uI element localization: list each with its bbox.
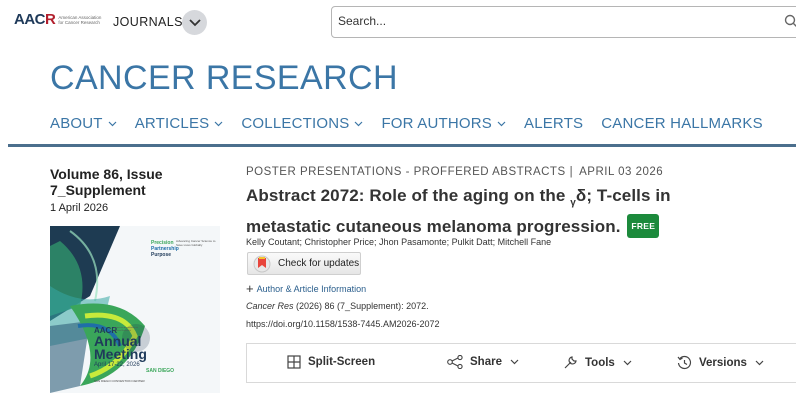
- issue-volume[interactable]: Volume 86, Issue 7_Supplement: [50, 166, 210, 198]
- author-list[interactable]: Kelly Coutant; Christopher Price; Jhon P…: [246, 237, 551, 247]
- top-bar: AACR American Association for Cancer Res…: [0, 0, 796, 44]
- article-category[interactable]: POSTER PRESENTATIONS - PROFFERED ABSTRAC…: [246, 166, 566, 178]
- search-icon[interactable]: [784, 14, 796, 28]
- nav-cancer-hallmarks[interactable]: CANCER HALLMARKS: [601, 115, 763, 132]
- journal-title[interactable]: CANCER RESEARCH: [50, 59, 398, 98]
- nav-collections[interactable]: COLLECTIONS: [241, 115, 363, 132]
- logo-subtitle: American Association for Cancer Research: [58, 14, 102, 25]
- cover-venue: SAN DIEGO CONVENTION CENTER: [94, 379, 146, 383]
- citation: Cancer Res (2026) 86 (7_Supplement): 207…: [246, 301, 429, 311]
- issue-date: 1 April 2026: [50, 202, 109, 214]
- versions-button[interactable]: Versions: [677, 355, 771, 370]
- article-pub-date: APRIL 03 2026: [579, 166, 664, 178]
- nav-articles[interactable]: ARTICLES: [135, 115, 224, 132]
- article-title: Abstract 2072: Role of the aging on the …: [246, 186, 671, 239]
- search-input[interactable]: [338, 14, 758, 28]
- wrench-icon: [564, 356, 577, 369]
- cover-event-city: SAN DIEGO: [146, 368, 174, 374]
- nav-alerts[interactable]: ALERTS: [524, 115, 583, 132]
- issue-cover-image[interactable]: Precision Partnership Purpose Advancing …: [50, 226, 220, 393]
- plus-icon: +: [246, 281, 254, 296]
- author-article-info-toggle[interactable]: + Author & Article Information: [246, 281, 366, 296]
- tools-button[interactable]: Tools: [563, 355, 639, 370]
- search-box[interactable]: [331, 6, 796, 38]
- journals-dropdown-button[interactable]: [182, 10, 207, 35]
- doi-link[interactable]: https://doi.org/10.1158/1538-7445.AM2026…: [246, 319, 439, 329]
- cover-tag-3: Purpose: [151, 252, 171, 258]
- split-screen-button[interactable]: Split-Screen: [287, 355, 375, 369]
- logo-mark: AACR: [14, 11, 56, 28]
- share-icon: [447, 355, 463, 369]
- chevron-down-icon: [623, 360, 632, 365]
- cover-event-line2: Meeting: [94, 346, 147, 362]
- chevron-down-icon: [188, 18, 201, 26]
- nav-divider: [8, 144, 796, 147]
- cover-event-dates: April 17-22, 2026: [94, 362, 140, 368]
- article-meta: POSTER PRESENTATIONS - PROFFERED ABSTRAC…: [246, 166, 663, 178]
- cover-artwork: Precision Partnership Purpose Advancing …: [50, 226, 220, 393]
- chevron-down-icon: [755, 360, 764, 365]
- chevron-down-icon: [510, 359, 519, 365]
- cover-tag-desc: Advancing Cancer Science to Save Lives G…: [176, 240, 216, 247]
- chevron-down-icon: [214, 121, 223, 126]
- cover-brand-sub: American Association for Cancer Research: [114, 327, 139, 332]
- meta-separator: |: [569, 166, 574, 178]
- journals-label[interactable]: JOURNALS: [113, 15, 183, 29]
- nav-about[interactable]: ABOUT: [50, 115, 117, 132]
- aacr-logo[interactable]: AACR American Association for Cancer Res…: [14, 11, 104, 28]
- chevron-down-icon: [497, 121, 506, 126]
- history-icon: [677, 355, 692, 370]
- split-screen-icon: [287, 355, 301, 369]
- share-button[interactable]: Share: [447, 355, 526, 369]
- main-nav: ABOUT ARTICLES COLLECTIONS FOR AUTHORS A…: [50, 115, 781, 132]
- chevron-down-icon: [108, 121, 117, 126]
- article-toolbar: Split-Screen Share Tools Versions: [246, 343, 796, 383]
- check-for-updates-button[interactable]: Check for updates: [247, 252, 361, 275]
- free-badge: FREE: [627, 214, 660, 239]
- nav-for-authors[interactable]: FOR AUTHORS: [381, 115, 506, 132]
- crossmark-icon: [253, 255, 271, 272]
- chevron-down-icon: [355, 121, 363, 126]
